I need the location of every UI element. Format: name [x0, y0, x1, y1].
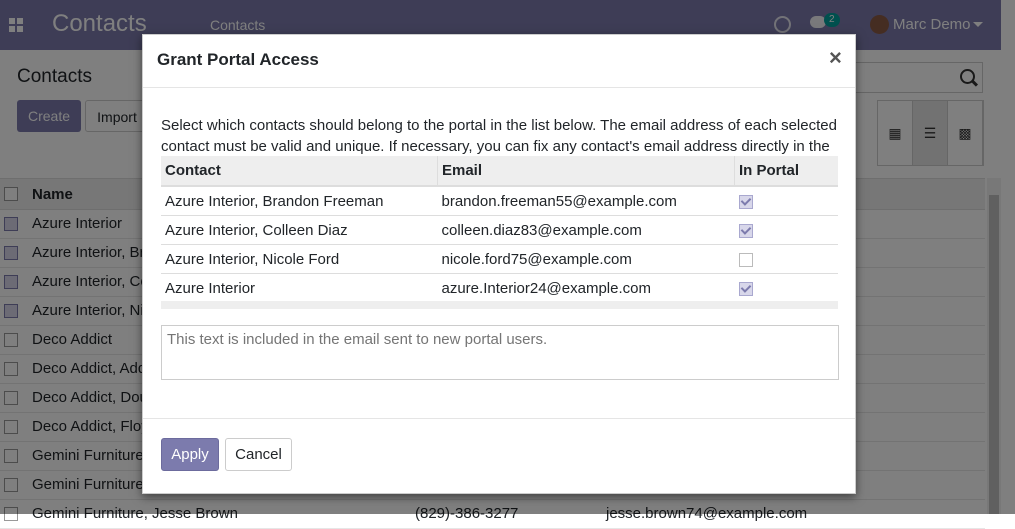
column-header-email[interactable]: Email [437, 156, 735, 187]
contact-cell[interactable]: Azure Interior, Nicole Ford [161, 244, 438, 274]
email-cell[interactable]: nicole.ford75@example.com [437, 244, 735, 274]
in-portal-checkbox[interactable] [738, 194, 753, 209]
in-portal-checkbox[interactable] [738, 252, 753, 267]
portal-user-row[interactable]: Azure Interior, Colleen Diaz colleen.diaz… [161, 215, 838, 245]
in-portal-cell [734, 215, 838, 245]
cancel-button[interactable]: Cancel [225, 438, 292, 471]
in-portal-cell [734, 244, 838, 274]
email-cell[interactable]: azure.Interior24@example.com [437, 273, 735, 302]
column-header-in-portal[interactable]: In Portal [734, 156, 838, 187]
welcome-message-input[interactable] [161, 325, 839, 380]
portal-user-row[interactable]: Azure Interior, Nicole Ford nicole.ford75… [161, 244, 838, 274]
column-header-contact[interactable]: Contact [161, 156, 438, 187]
in-portal-cell [734, 185, 838, 216]
email-cell[interactable]: colleen.diaz83@example.com [437, 215, 735, 245]
portal-user-row[interactable]: Azure Interior, Brandon Freeman brandon.f… [161, 185, 838, 216]
grant-portal-access-dialog: Grant Portal Access × Select which conta… [142, 34, 856, 494]
contact-cell[interactable]: Azure Interior [161, 273, 438, 302]
table-footer [161, 301, 838, 309]
email-cell[interactable]: brandon.freeman55@example.com [437, 185, 735, 216]
contact-cell[interactable]: Azure Interior, Brandon Freeman [161, 185, 438, 216]
portal-users-table: Contact Email In Portal Azure Interior, … [161, 156, 838, 302]
in-portal-checkbox[interactable] [738, 223, 753, 238]
in-portal-checkbox[interactable] [738, 281, 753, 296]
close-icon[interactable]: × [829, 45, 842, 71]
contact-cell[interactable]: Azure Interior, Colleen Diaz [161, 215, 438, 245]
dialog-footer: Apply Cancel [143, 418, 855, 494]
dialog-header: Grant Portal Access × [143, 35, 855, 88]
in-portal-cell [734, 273, 838, 302]
apply-button[interactable]: Apply [161, 438, 219, 471]
portal-user-row[interactable]: Azure Interior azure.Interior24@example.c… [161, 273, 838, 302]
dialog-title: Grant Portal Access [157, 50, 319, 69]
